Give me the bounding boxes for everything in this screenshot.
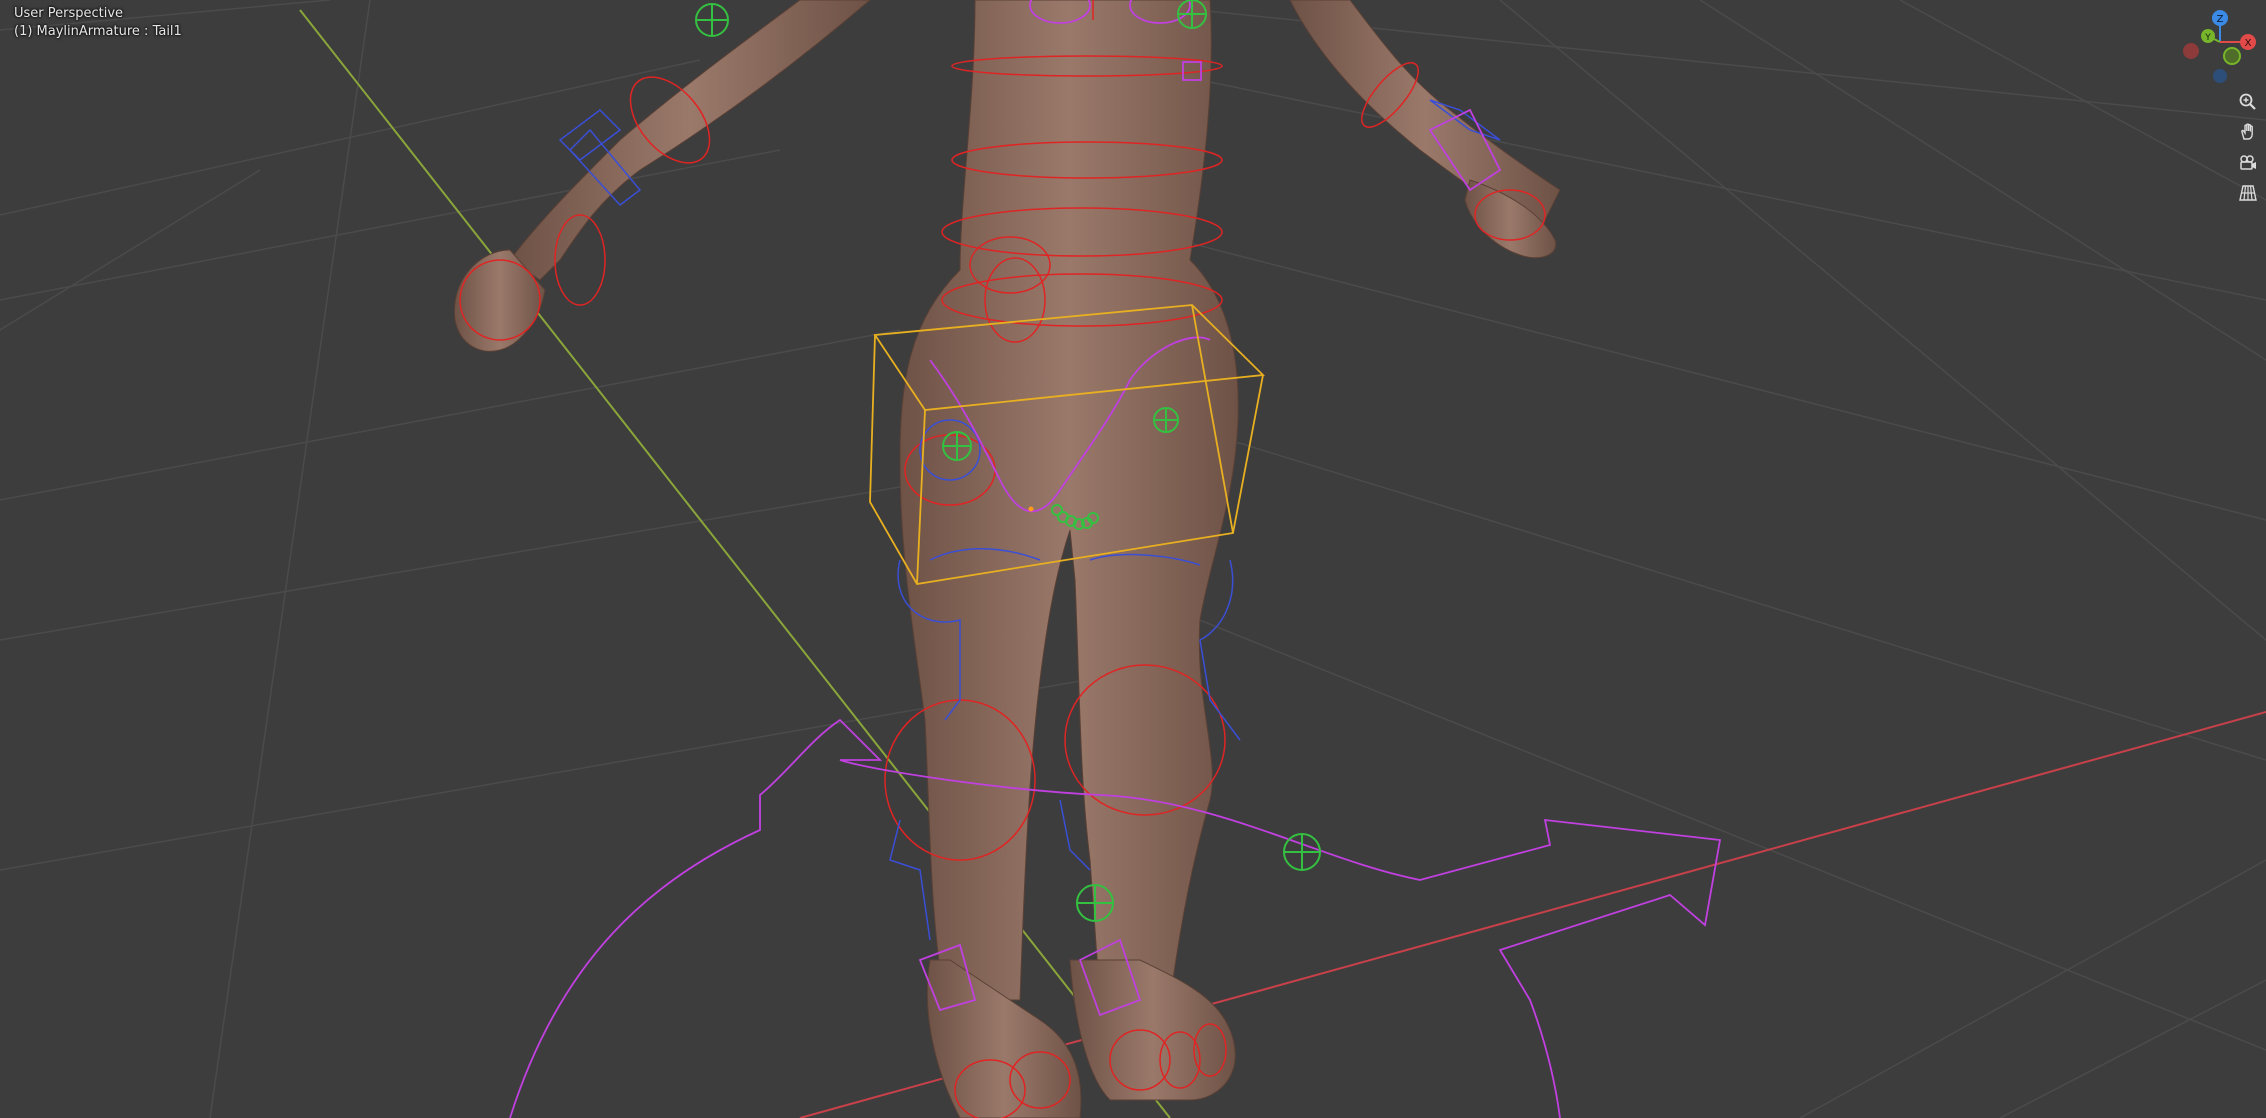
zoom-button[interactable]	[2234, 89, 2262, 115]
magnifier-plus-icon	[2239, 93, 2256, 110]
camera-icon	[2240, 155, 2256, 170]
gizmo-neg-y[interactable]	[2223, 47, 2241, 65]
perspective-toggle-button[interactable]	[2234, 180, 2262, 206]
grid-icon	[2239, 185, 2257, 201]
gizmo-z-label: Z	[2217, 14, 2224, 25]
gizmo-x-label: X	[2245, 38, 2252, 49]
active-object-label: (1) MaylinArmature : Tail1	[14, 24, 182, 39]
navigation-gizmo[interactable]: Z Y X	[2170, 6, 2260, 86]
camera-view-button[interactable]	[2234, 150, 2262, 176]
view-name-label: User Perspective	[14, 6, 124, 21]
hand-icon	[2241, 123, 2253, 140]
gizmo-y-label: Y	[2204, 33, 2211, 43]
3d-viewport[interactable]	[0, 0, 2266, 1118]
3d-cursor-origin	[1028, 506, 1034, 512]
gizmo-neg-z[interactable]	[2213, 69, 2227, 83]
gizmo-neg-x[interactable]	[2183, 43, 2199, 59]
character-mesh[interactable]	[453, 0, 1561, 1118]
pan-button[interactable]	[2234, 119, 2262, 145]
